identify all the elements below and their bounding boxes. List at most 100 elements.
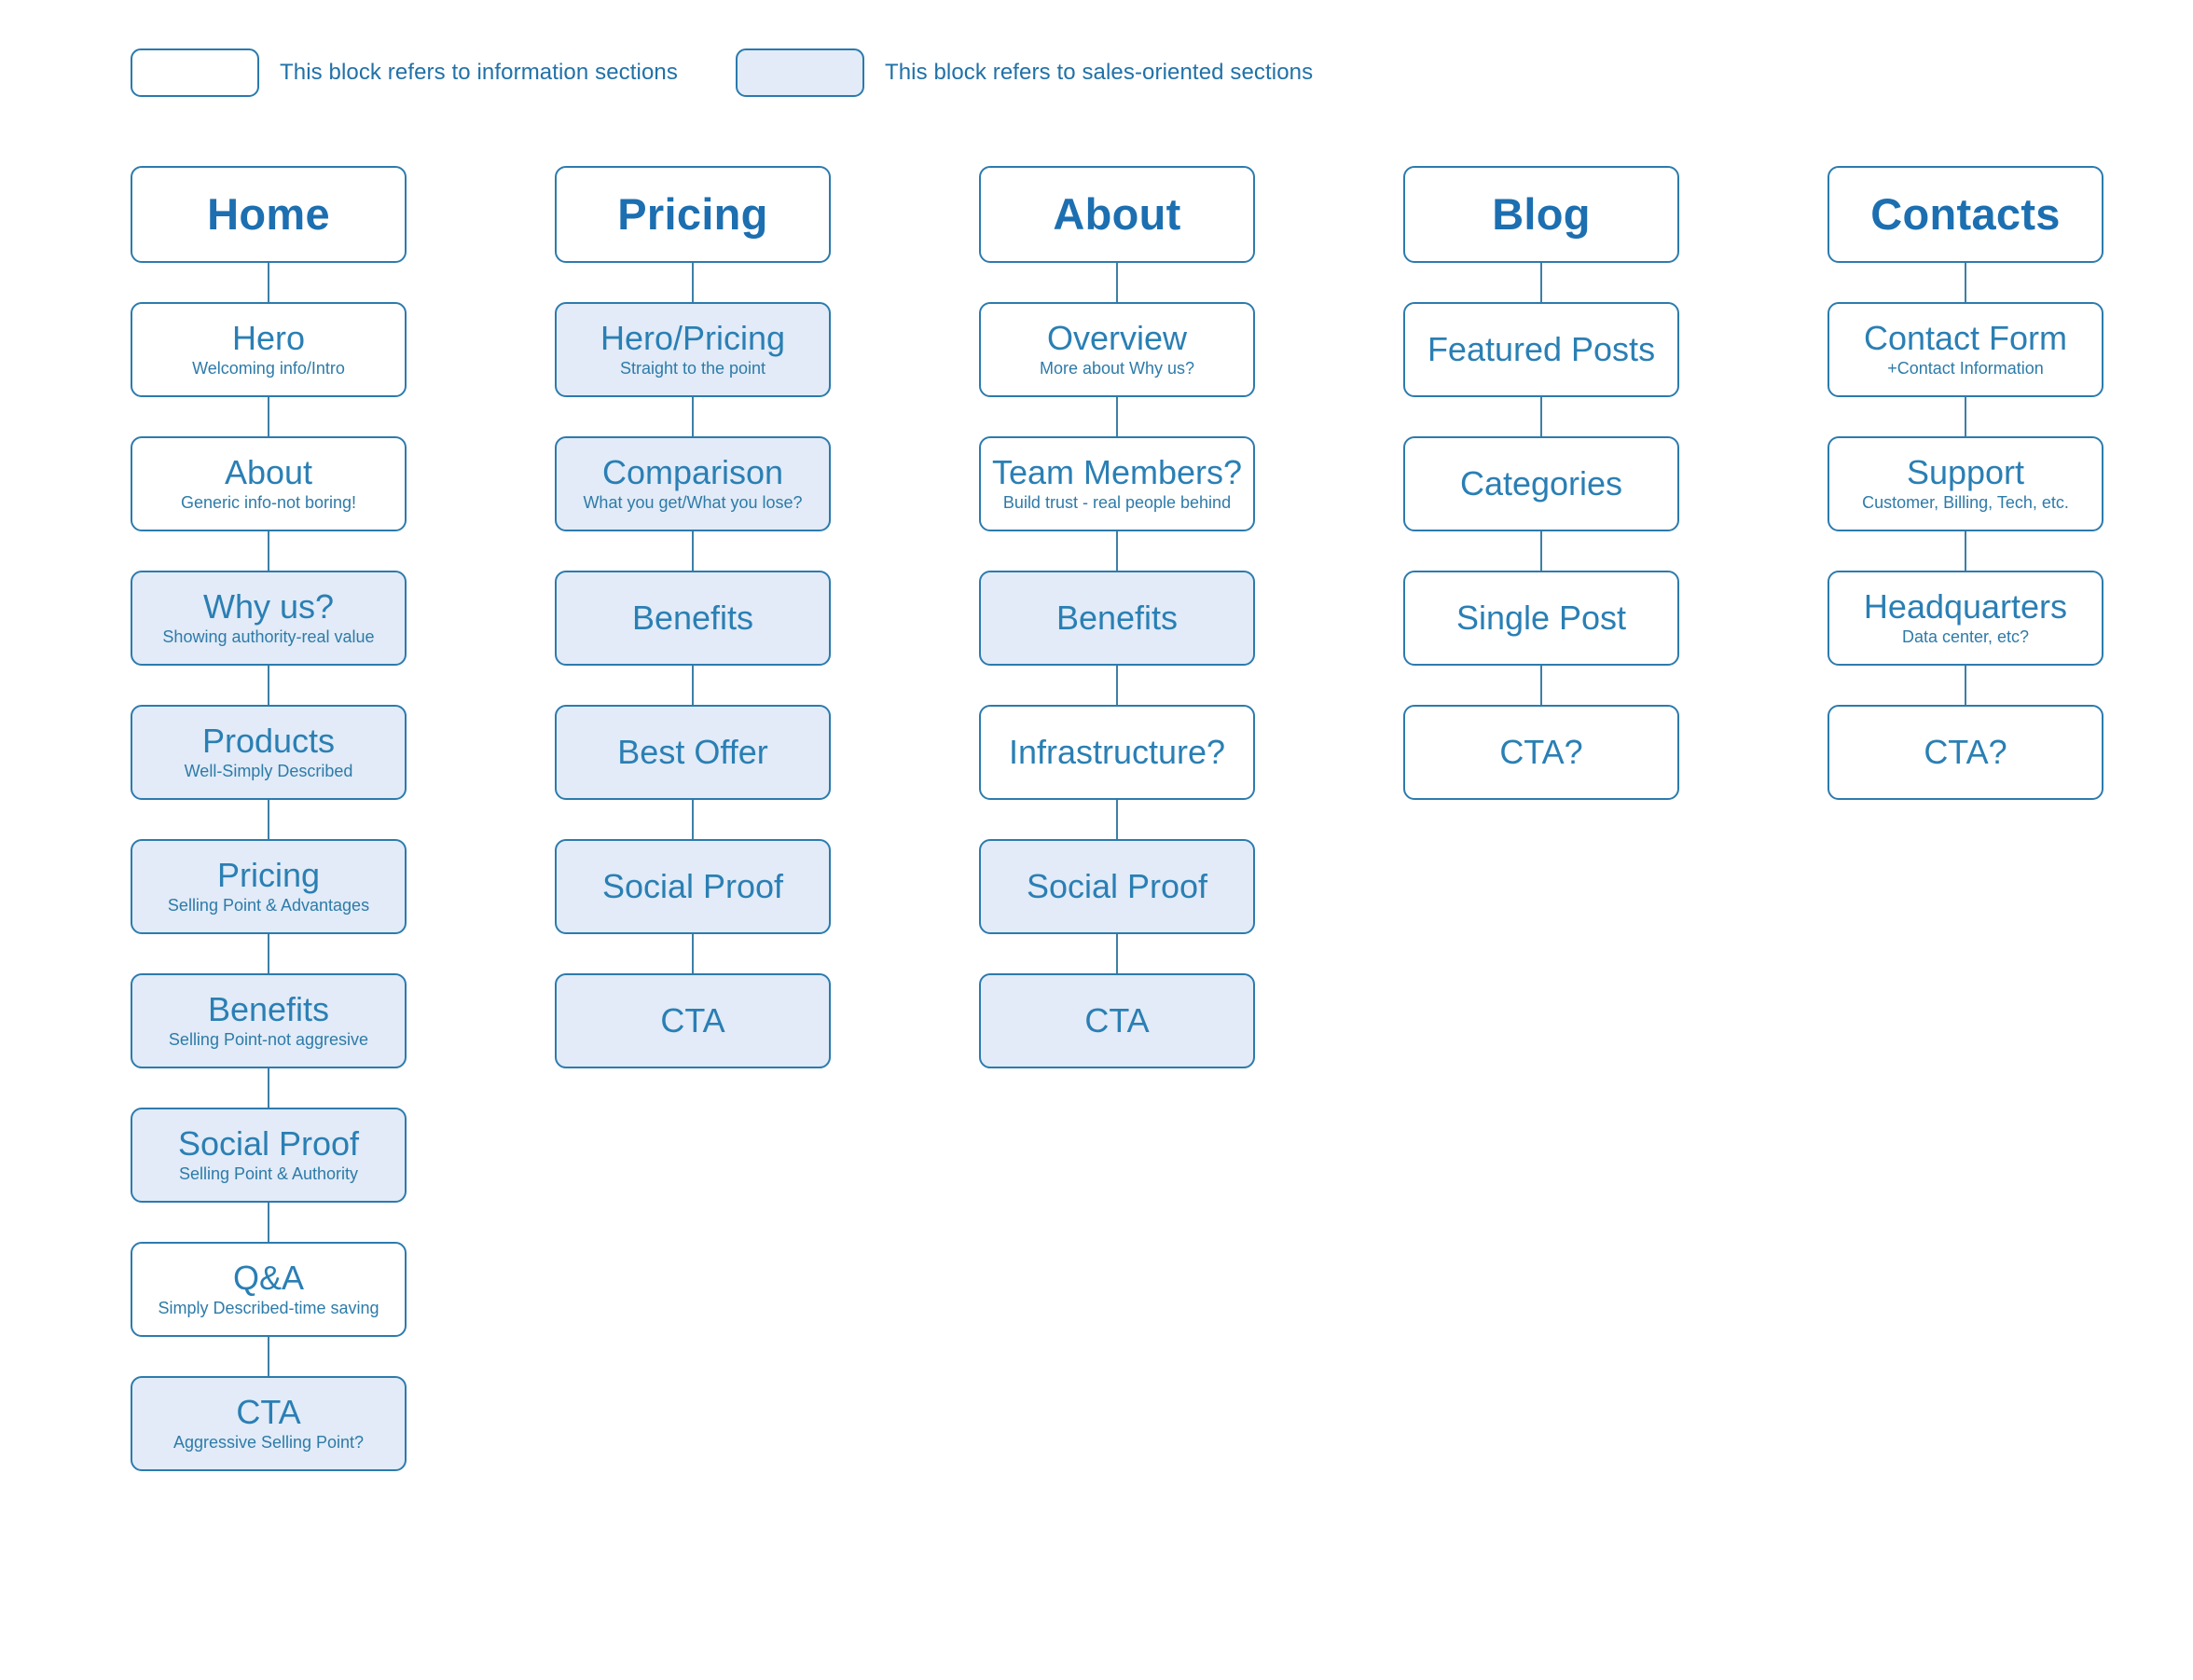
section-node[interactable]: Hero Welcoming info/Intro <box>131 302 407 397</box>
connector-line <box>692 800 694 839</box>
connector-line <box>1116 666 1118 705</box>
section-node-title: Social Proof <box>601 867 784 906</box>
section-node[interactable]: Why us? Showing authority-real value <box>131 571 407 666</box>
page-node-contacts[interactable]: Contacts <box>1828 166 2103 263</box>
section-node-title: Benefits <box>207 990 330 1029</box>
section-node-title: CTA <box>236 1393 301 1432</box>
section-node[interactable]: Overview More about Why us? <box>979 302 1255 397</box>
connector-line <box>692 666 694 705</box>
section-node[interactable]: Benefits <box>555 571 831 666</box>
section-node[interactable]: Benefits <box>979 571 1255 666</box>
connector-line <box>692 263 694 302</box>
connector-line <box>692 934 694 973</box>
section-node[interactable]: CTA? <box>1828 705 2103 800</box>
section-node-subtitle: Aggressive Selling Point? <box>172 1433 365 1453</box>
connector-line <box>692 397 694 436</box>
section-node-subtitle: Selling Point & Authority <box>178 1164 359 1184</box>
section-node[interactable]: CTA Aggressive Selling Point? <box>131 1376 407 1471</box>
section-node[interactable]: Benefits Selling Point-not aggresive <box>131 973 407 1068</box>
section-node[interactable]: About Generic info-not boring! <box>131 436 407 531</box>
section-node[interactable]: Categories <box>1403 436 1679 531</box>
connector-line <box>1116 263 1118 302</box>
section-node[interactable]: Comparison What you get/What you lose? <box>555 436 831 531</box>
connector-line <box>268 1337 269 1376</box>
legend-item-sales: This block refers to sales-oriented sect… <box>735 48 1314 97</box>
connector-line <box>1965 263 1966 302</box>
section-node-title: Team Members? <box>991 453 1243 492</box>
connector-line <box>1116 800 1118 839</box>
page-node-pricing[interactable]: Pricing <box>555 166 831 263</box>
section-node-title: Headquarters <box>1863 587 2068 627</box>
connector-line <box>268 531 269 571</box>
connector-line <box>1116 934 1118 973</box>
connector-line <box>268 934 269 973</box>
section-node-subtitle: Well-Simply Described <box>184 762 353 781</box>
section-node[interactable]: Contact Form +Contact Information <box>1828 302 2103 397</box>
page-node-blog[interactable]: Blog <box>1403 166 1679 263</box>
section-node-title: Contact Form <box>1863 319 2068 358</box>
section-node[interactable]: Hero/Pricing Straight to the point <box>555 302 831 397</box>
section-node-title: CTA <box>1084 1001 1150 1040</box>
section-node-title: Pricing <box>216 856 321 895</box>
section-node-title: Products <box>201 722 336 761</box>
section-node[interactable]: CTA <box>979 973 1255 1068</box>
page-node-about[interactable]: About <box>979 166 1255 263</box>
section-node-subtitle: Selling Point-not aggresive <box>168 1030 369 1050</box>
section-node[interactable]: Support Customer, Billing, Tech, etc. <box>1828 436 2103 531</box>
connector-line <box>692 531 694 571</box>
section-node[interactable]: Headquarters Data center, etc? <box>1828 571 2103 666</box>
section-node[interactable]: Social Proof <box>979 839 1255 934</box>
section-node[interactable]: Infrastructure? <box>979 705 1255 800</box>
connector-line <box>268 666 269 705</box>
legend-item-information: This block refers to information section… <box>131 48 678 97</box>
sitemap-board: Home Hero Welcoming info/Intro About Generic… <box>131 166 2107 1471</box>
legend-label: This block refers to information section… <box>280 60 678 85</box>
section-node-subtitle: Data center, etc? <box>1901 627 2030 647</box>
page-node-title: About <box>1053 188 1181 239</box>
section-node-title: CTA? <box>1499 733 1583 772</box>
section-node-title: CTA <box>660 1001 725 1040</box>
connector-line <box>1540 531 1542 571</box>
legend-swatch-information <box>131 48 259 97</box>
sitemap-column-blog: Blog Featured Posts Categories Single Post C… <box>1403 166 1679 1471</box>
section-node[interactable]: Team Members? Build trust - real people b… <box>979 436 1255 531</box>
section-node-title: Comparison <box>601 453 784 492</box>
section-node[interactable]: CTA <box>555 973 831 1068</box>
sitemap-column-contacts: Contacts Contact Form +Contact Information… <box>1828 166 2103 1471</box>
section-node-title: CTA? <box>1924 733 2007 772</box>
section-node-subtitle: Selling Point & Advantages <box>167 896 370 916</box>
section-node-title: Support <box>1906 453 2025 492</box>
connector-line <box>1540 263 1542 302</box>
section-node[interactable]: Featured Posts <box>1403 302 1679 397</box>
connector-line <box>268 1203 269 1242</box>
section-node-title: Hero/Pricing <box>600 319 786 358</box>
section-node-title: Single Post <box>1455 599 1627 638</box>
legend-label: This block refers to sales-oriented sect… <box>884 60 1314 85</box>
connector-line <box>1540 666 1542 705</box>
section-node-title: Best Offer <box>617 733 768 772</box>
section-node-title: Why us? <box>202 587 335 627</box>
page-node-title: Blog <box>1492 188 1591 239</box>
section-node-subtitle: +Contact Information <box>1887 359 2044 379</box>
section-node-subtitle: Simply Described-time saving <box>158 1299 379 1318</box>
section-node-title: Q&A <box>232 1259 305 1298</box>
connector-line <box>1540 397 1542 436</box>
legend-swatch-sales <box>735 48 864 97</box>
section-node-subtitle: Build trust - real people behind <box>1002 493 1232 513</box>
section-node[interactable]: Single Post <box>1403 571 1679 666</box>
section-node[interactable]: Social Proof Selling Point & Authority <box>131 1108 407 1203</box>
section-node-subtitle: Showing authority-real value <box>162 627 375 647</box>
connector-line <box>1116 531 1118 571</box>
section-node[interactable]: Products Well-Simply Described <box>131 705 407 800</box>
section-node[interactable]: Pricing Selling Point & Advantages <box>131 839 407 934</box>
section-node[interactable]: Q&A Simply Described-time saving <box>131 1242 407 1337</box>
section-node-title: About <box>224 453 313 492</box>
section-node-title: Benefits <box>631 599 754 638</box>
page-node-home[interactable]: Home <box>131 166 407 263</box>
section-node[interactable]: Best Offer <box>555 705 831 800</box>
page-node-title: Contacts <box>1870 188 2061 239</box>
section-node[interactable]: Social Proof <box>555 839 831 934</box>
section-node-subtitle: Customer, Billing, Tech, etc. <box>1862 493 2069 513</box>
connector-line <box>268 1068 269 1108</box>
section-node[interactable]: CTA? <box>1403 705 1679 800</box>
